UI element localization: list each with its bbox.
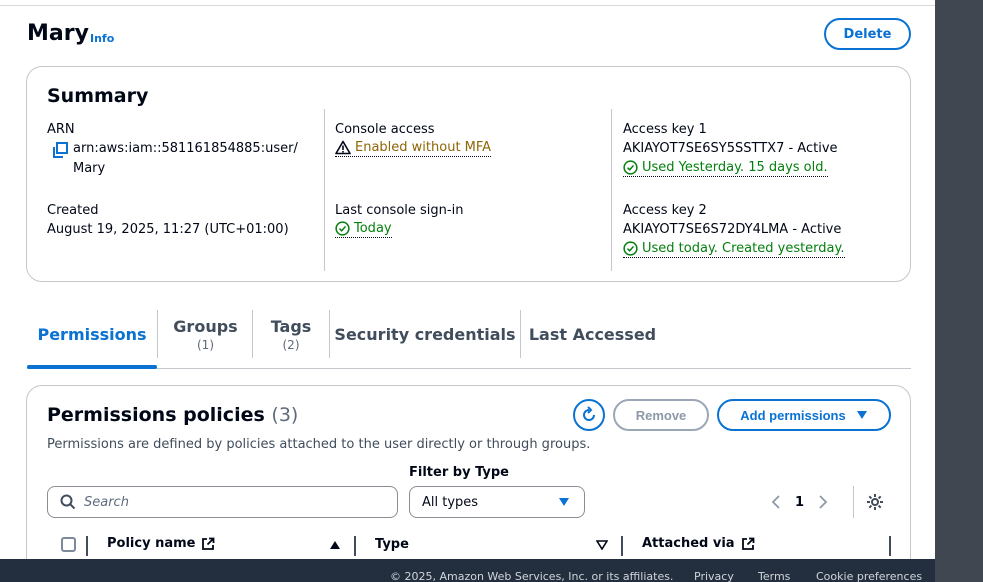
console-access-label: Console access [335,122,435,137]
chevron-left-icon[interactable] [771,495,781,509]
tab-count: (2) [282,337,300,352]
arn-label: ARN [47,122,75,137]
tab-permissions[interactable]: Permissions [27,300,157,368]
table-header: Policy name Type Attached via [47,534,892,558]
delete-button[interactable]: Delete [824,18,911,50]
search-input[interactable] [84,494,384,510]
permissions-count: (3) [271,404,299,426]
access-key2-value: AKIAYOT7SE6S72DY4LMA - Active [623,222,842,237]
summary-title: Summary [47,85,149,107]
permissions-title: Permissions policies (3) [47,404,298,426]
tab-last-accessed[interactable]: Last Accessed [521,300,664,368]
copy-icon[interactable] [52,142,68,158]
column-divider [611,109,612,271]
filter-by-type-label: Filter by Type [409,465,509,480]
access-key1-status[interactable]: Used Yesterday. 15 days old. [623,160,828,177]
filter-type-value: All types [422,494,479,510]
page-title: Mary [27,21,89,46]
refresh-button[interactable] [573,399,605,431]
column-divider [324,109,325,271]
add-permissions-button[interactable]: Add permissions [717,399,891,431]
sort-descending-icon[interactable] [596,540,608,550]
tab-count: (1) [197,337,214,352]
pagination: 1 [771,486,828,518]
column-type[interactable]: Type [375,537,409,552]
tab-label: Last Accessed [528,324,657,344]
sort-ascending-icon[interactable] [329,540,341,550]
footer-terms-link[interactable]: Terms [758,570,790,582]
tab-bar: Permissions Groups (1) Tags (2) Security… [27,300,911,369]
select-all-checkbox[interactable] [61,537,76,552]
column-policy-name[interactable]: Policy name [107,536,215,551]
caret-down-icon [559,498,569,506]
tab-groups[interactable]: Groups (1) [158,300,253,368]
gear-icon[interactable] [866,493,884,511]
search-icon [60,494,76,510]
success-check-icon [623,241,638,256]
caret-down-icon [856,411,867,419]
column-divider [86,536,88,556]
footer-cookie-preferences-link[interactable]: Cookie preferences [816,570,922,582]
search-field[interactable] [47,486,398,518]
permissions-title-text: Permissions policies [47,404,265,426]
top-divider [0,5,935,6]
column-label: Attached via [642,536,735,551]
summary-panel: Summary ARN arn:aws:iam::581161854885:us… [26,66,911,282]
add-permissions-label: Add permissions [740,407,846,423]
access-key1-value: AKIAYOT7SE6SY5SSTTX7 - Active [623,141,838,156]
permissions-description: Permissions are defined by policies atta… [47,437,591,452]
active-tab-indicator [27,365,157,369]
column-attached-via[interactable]: Attached via [642,536,755,551]
success-check-icon [335,221,350,236]
last-signin-status[interactable]: Today [335,221,392,238]
tab-label: Security credentials [334,324,516,344]
pagination-divider [853,486,854,518]
column-divider [621,536,623,556]
page-footer: © 2025, Amazon Web Services, Inc. or its… [0,559,935,582]
success-check-icon [623,160,638,175]
tab-label: Groups [173,316,238,336]
tab-label: Permissions [37,324,147,344]
tab-label: Tags [270,316,312,336]
column-label: Type [375,537,409,552]
page-number[interactable]: 1 [795,495,804,510]
column-divider [889,536,891,556]
refresh-icon [583,406,595,421]
right-side-panel [935,0,983,582]
permissions-policies-panel: Permissions policies (3) Permissions are… [26,385,911,582]
arn-value-line2: Mary [73,161,106,176]
column-label: Policy name [107,536,196,551]
footer-copyright: © 2025, Amazon Web Services, Inc. or its… [390,570,674,582]
last-signin-label: Last console sign-in [335,203,464,218]
created-label: Created [47,203,99,218]
console-access-status[interactable]: Enabled without MFA [335,140,492,157]
filter-type-select[interactable]: All types [409,486,585,518]
access-key2-status-text: Used today. Created yesterday. [642,241,845,256]
tab-security-credentials[interactable]: Security credentials [330,300,520,368]
access-key2-status[interactable]: Used today. Created yesterday. [623,241,845,258]
info-link[interactable]: Info [90,32,114,45]
access-key1-status-text: Used Yesterday. 15 days old. [642,160,828,175]
created-value: August 19, 2025, 11:27 (UTC+01:00) [47,222,289,237]
access-key2-label: Access key 2 [623,203,707,218]
access-key1-label: Access key 1 [623,122,707,137]
arn-value-line1: arn:aws:iam::581161854885:user/ [73,141,298,156]
warning-icon [335,140,351,155]
external-link-icon [741,537,754,550]
console-access-value: Enabled without MFA [355,140,492,155]
column-divider [354,536,356,556]
remove-button[interactable]: Remove [613,399,709,431]
chevron-right-icon[interactable] [818,495,828,509]
footer-privacy-link[interactable]: Privacy [694,570,734,582]
last-signin-value: Today [354,221,392,236]
external-link-icon [202,537,215,550]
tab-tags[interactable]: Tags (2) [253,300,329,368]
